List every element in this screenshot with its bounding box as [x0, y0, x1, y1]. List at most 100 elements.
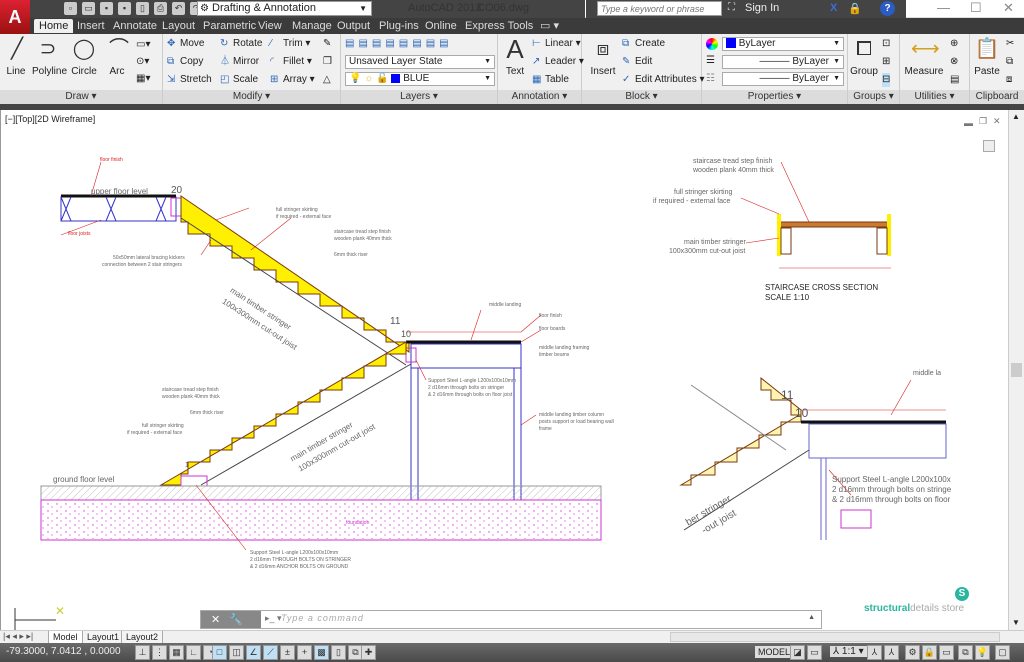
maximize-button[interactable]: ☐: [970, 0, 982, 16]
offset-icon[interactable]: △: [323, 73, 331, 87]
annotation-visibility-icon[interactable]: ⅄: [867, 645, 882, 660]
binoculars-icon[interactable]: ⛶: [728, 2, 735, 13]
grid-display-icon[interactable]: ▦: [169, 645, 184, 660]
text-button[interactable]: A Text: [502, 36, 528, 77]
tab-home[interactable]: Home: [34, 19, 74, 33]
measure-button[interactable]: ⟷ Measure: [904, 36, 944, 77]
object-snap-tracking-icon[interactable]: ∠: [246, 645, 261, 660]
minimize-button[interactable]: —: [937, 0, 950, 15]
save-icon[interactable]: ▪: [100, 2, 113, 15]
annotation-panel-title[interactable]: Annotation ▾: [498, 90, 581, 104]
drawing-viewport[interactable]: [−][Top][2D Wireframe] ✕ upper floor lev…: [0, 110, 1008, 632]
snap-mode-icon[interactable]: ⋮: [152, 645, 167, 660]
ellipse-button[interactable]: ⊙▾: [136, 55, 149, 69]
rotate-button[interactable]: ↻ Rotate: [220, 37, 262, 51]
move-button[interactable]: ✥ Move: [167, 37, 204, 51]
stretch-button[interactable]: ⇲ Stretch: [167, 73, 212, 87]
quick-select-icon[interactable]: ⊕: [950, 37, 958, 51]
command-history-icon[interactable]: ▲: [808, 614, 815, 621]
ungroup-icon[interactable]: ⊡: [882, 37, 890, 51]
lightbulb-icon[interactable]: 💡: [975, 645, 990, 660]
layers-panel-title[interactable]: Layers ▾: [341, 90, 497, 104]
color-wheel-icon[interactable]: [706, 38, 718, 50]
quick-view-drawings-icon[interactable]: ▭: [807, 645, 822, 660]
dynamic-ucs-icon[interactable]: ⟋: [263, 645, 278, 660]
open-icon[interactable]: ▭: [82, 2, 95, 15]
hatch-button[interactable]: ▦▾: [136, 72, 150, 86]
panel-toggle-icon[interactable]: ▭ ▾: [535, 19, 564, 33]
tab-online[interactable]: Online: [420, 19, 462, 33]
groups-panel-title[interactable]: Groups ▾: [848, 90, 899, 104]
scroll-up-icon[interactable]: ▲: [1012, 112, 1020, 121]
vertical-scrollbar[interactable]: ▲ ▼: [1008, 110, 1024, 632]
hardware-acceleration-icon[interactable]: ▭: [939, 645, 954, 660]
array-button[interactable]: ⊞ Array ▾: [270, 73, 315, 87]
infer-constraints-icon[interactable]: ⊥: [135, 645, 150, 660]
line-button[interactable]: ╱ Line: [4, 36, 28, 77]
lock-icon[interactable]: 🔒: [848, 2, 862, 15]
viewport-minimize-icon[interactable]: ▬: [964, 118, 973, 128]
plot-icon[interactable]: ⎙: [154, 2, 167, 15]
command-prompt-icon[interactable]: ▸_ ▾: [265, 613, 282, 624]
ortho-mode-icon[interactable]: ∟: [186, 645, 201, 660]
undo-icon[interactable]: ↶: [172, 2, 185, 15]
layer-state-dropdown[interactable]: Unsaved Layer State ▼: [345, 55, 495, 69]
clean-screen-icon[interactable]: ▢: [995, 645, 1010, 660]
group-select-icon[interactable]: ⊟: [882, 73, 891, 87]
workspace-switching-icon[interactable]: ⚙: [905, 645, 920, 660]
search-input[interactable]: [597, 1, 722, 16]
polyline-button[interactable]: ⊃ Polyline: [32, 36, 67, 77]
block-panel-title[interactable]: Block ▾: [582, 90, 701, 104]
group-edit-icon[interactable]: ⊞: [882, 55, 890, 69]
annotation-monitor-icon[interactable]: ✚: [361, 645, 376, 660]
cut-icon[interactable]: ✂: [1006, 37, 1014, 51]
erase-icon[interactable]: ✎: [323, 37, 331, 51]
table-button[interactable]: ▦ Table: [532, 73, 569, 87]
auto-scale-icon[interactable]: ⅄: [884, 645, 899, 660]
scroll-down-icon[interactable]: ▼: [1012, 618, 1020, 627]
trim-button[interactable]: ⁄ Trim ▾: [270, 37, 310, 51]
close-icon[interactable]: ✕: [211, 613, 220, 626]
linear-button[interactable]: ⊢ Linear ▾: [532, 37, 581, 51]
transparency-icon[interactable]: ▩: [314, 645, 329, 660]
tab-view[interactable]: View: [253, 19, 287, 33]
match-properties-icon[interactable]: ⧈: [1006, 73, 1012, 87]
command-line[interactable]: ✕ 🔧 ▸_ ▾ Type a command ▲: [200, 610, 822, 629]
utilities-panel-title[interactable]: Utilities ▾: [900, 90, 969, 104]
quick-properties-icon[interactable]: ▯: [331, 645, 346, 660]
tab-nav-arrows[interactable]: |◂ ◂ ▸ ▸|: [3, 631, 33, 642]
dynamic-input-icon[interactable]: ±: [280, 645, 295, 660]
tab-plug-ins[interactable]: Plug-ins: [374, 19, 424, 33]
copy-button[interactable]: ⧉ Copy: [167, 55, 203, 69]
mirror-button[interactable]: ⏃ Mirror: [220, 55, 259, 69]
edit-block-button[interactable]: ✎ Edit: [622, 55, 652, 69]
tab-manage[interactable]: Manage: [287, 19, 337, 33]
draw-panel-title[interactable]: Draw ▾: [0, 90, 162, 104]
model-space-button[interactable]: MODEL: [755, 646, 794, 658]
color-dropdown[interactable]: ByLayer ▼: [722, 37, 844, 51]
lineweight-dropdown[interactable]: ——— ByLayer ▼: [722, 55, 844, 69]
tab-output[interactable]: Output: [332, 19, 375, 33]
layer-tools-icons[interactable]: ▤▤▤▤▤▤▤▤: [345, 37, 453, 51]
tab-insert[interactable]: Insert: [72, 19, 110, 33]
exchange-icon[interactable]: X: [830, 2, 837, 14]
scale-button[interactable]: ◰ Scale: [220, 73, 258, 87]
group-button[interactable]: ⧠ Group: [850, 36, 878, 77]
select-all-icon[interactable]: ⊗: [950, 55, 958, 69]
publish-icon[interactable]: ▯: [136, 2, 149, 15]
fillet-button[interactable]: ◜ Fillet ▾: [270, 55, 312, 69]
quick-view-layouts-icon[interactable]: ◪: [790, 645, 805, 660]
viewport-restore-icon[interactable]: ❐: [979, 116, 987, 127]
layer-dropdown[interactable]: 💡 ☼ 🔓 BLUE ▼: [345, 72, 495, 86]
annotation-scale-dropdown[interactable]: ⅄ 1:1 ▾: [830, 646, 867, 657]
3d-object-snap-icon[interactable]: ◫: [229, 645, 244, 660]
lineweight-toggle-icon[interactable]: +: [297, 645, 312, 660]
create-block-button[interactable]: ⧉ Create: [622, 37, 665, 51]
tab-layout[interactable]: Layout: [157, 19, 200, 33]
application-menu-button[interactable]: A: [0, 0, 30, 34]
horizontal-scrollbar[interactable]: [670, 632, 1000, 642]
insert-button[interactable]: ⧈ Insert: [586, 36, 620, 77]
linetype-dropdown[interactable]: ——— ByLayer ▼: [722, 72, 844, 86]
viewcube[interactable]: [983, 140, 995, 152]
modify-panel-title[interactable]: Modify ▾: [163, 90, 340, 104]
